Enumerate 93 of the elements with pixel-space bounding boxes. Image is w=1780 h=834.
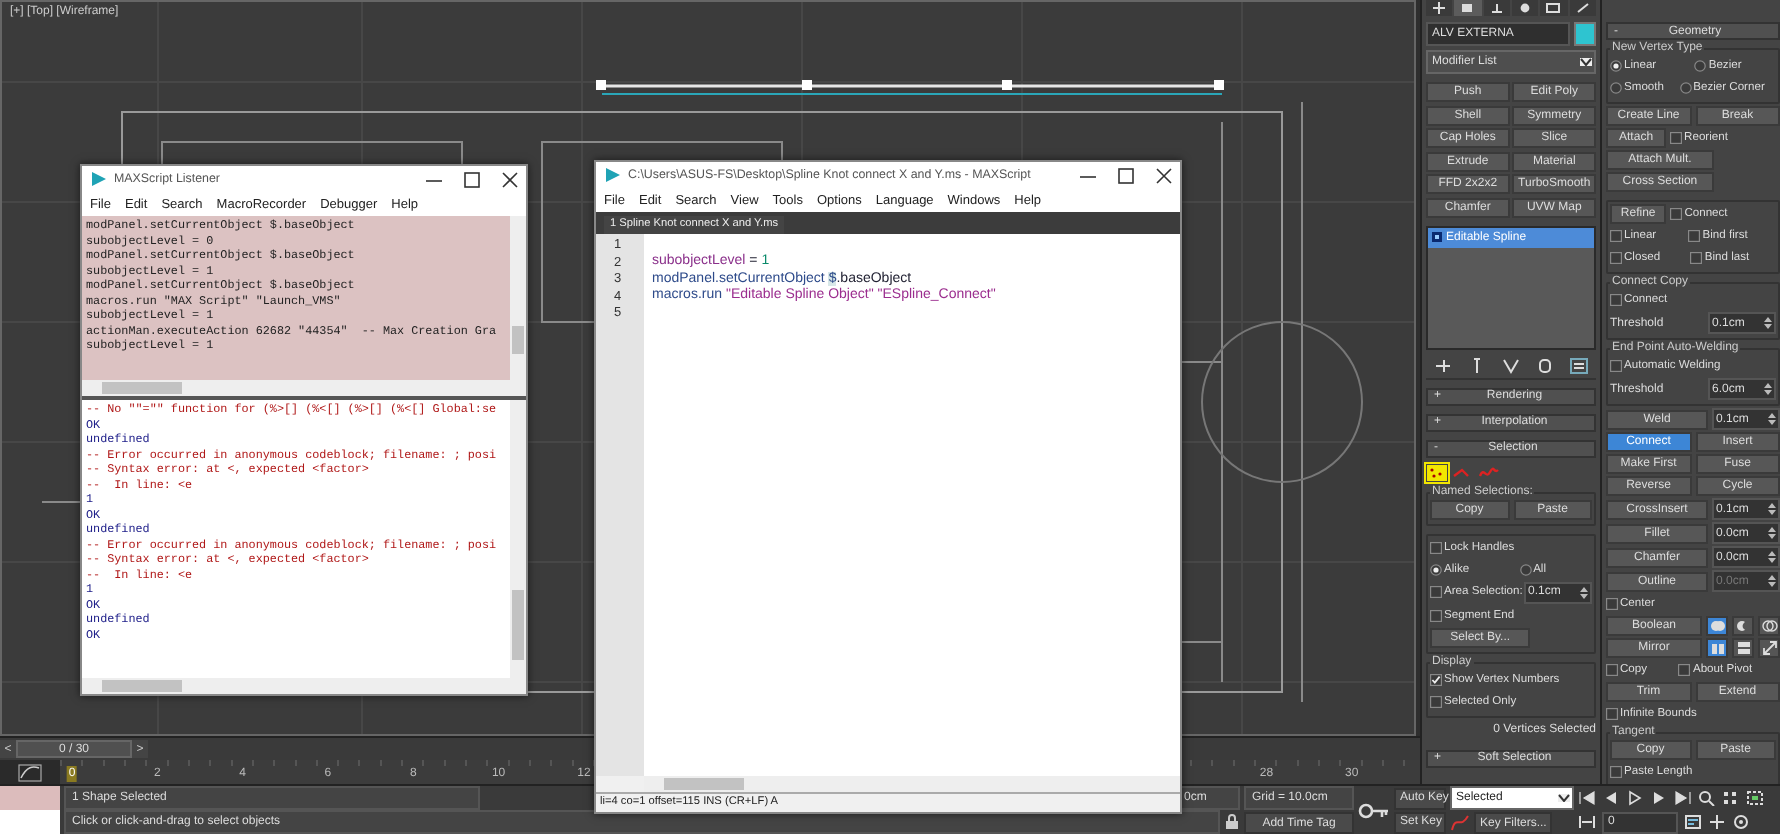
go-to-start-icon[interactable] xyxy=(1578,790,1596,806)
modify-tab-icon xyxy=(1460,2,1475,14)
checkbox[interactable] xyxy=(1688,230,1701,242)
remove-modifier-icon[interactable] xyxy=(1536,357,1554,373)
spinner-arrows-icon[interactable] xyxy=(1764,316,1772,330)
radio-button[interactable] xyxy=(1610,60,1622,72)
tool-button[interactable] xyxy=(1732,638,1754,658)
zoom-extents-icon[interactable] xyxy=(1746,790,1764,806)
union-icon xyxy=(1709,618,1725,634)
utilities-tab[interactable] xyxy=(1569,0,1596,16)
create-tab[interactable] xyxy=(1426,0,1453,16)
dropdown-arrow-icon xyxy=(1580,58,1592,66)
tool-button[interactable] xyxy=(1758,638,1780,658)
next-frame-icon[interactable] xyxy=(1650,790,1668,806)
motion-tab[interactable] xyxy=(1511,0,1539,16)
intersect-icon xyxy=(1761,618,1777,634)
checkbox[interactable] xyxy=(1430,695,1442,707)
horizontal-scrollbar[interactable] xyxy=(82,380,526,396)
radio-button[interactable] xyxy=(1679,82,1692,94)
previous-frame-icon[interactable] xyxy=(1602,790,1620,806)
subtract-icon xyxy=(1735,618,1751,634)
go-to-end-icon[interactable] xyxy=(1674,790,1692,806)
mirror-horizontal-icon xyxy=(1709,640,1725,656)
close-icon[interactable] xyxy=(1156,167,1172,183)
grid-icon[interactable] xyxy=(1722,790,1740,806)
object-color-swatch[interactable] xyxy=(1574,22,1596,46)
make-unique-icon[interactable] xyxy=(1502,357,1520,373)
radio-button[interactable] xyxy=(1694,60,1707,72)
checkbox[interactable] xyxy=(1606,664,1618,676)
maximize-icon[interactable] xyxy=(464,171,480,187)
checkbox[interactable] xyxy=(1430,541,1442,553)
utilities-tab-icon xyxy=(1575,2,1590,14)
checkbox[interactable] xyxy=(1670,208,1683,220)
modify-tab[interactable] xyxy=(1454,0,1482,16)
configure-sets-icon[interactable] xyxy=(1570,357,1588,373)
spinner-arrows-icon[interactable] xyxy=(1580,585,1588,599)
dropdown-arrow-icon xyxy=(1558,794,1570,802)
checkbox[interactable] xyxy=(1606,598,1618,610)
checkbox[interactable] xyxy=(1678,664,1691,676)
modifier-icon xyxy=(1432,232,1442,242)
display-tab-icon xyxy=(1546,2,1561,14)
motion-tab-icon xyxy=(1518,2,1533,14)
checkbox[interactable] xyxy=(1430,586,1442,598)
spinner-arrows-icon[interactable] xyxy=(1768,526,1776,540)
tool-button[interactable] xyxy=(1732,616,1754,636)
play-icon[interactable] xyxy=(1626,790,1644,806)
checkbox[interactable] xyxy=(1610,766,1622,778)
spinner-arrows-icon[interactable] xyxy=(1768,550,1776,564)
time-configuration-icon[interactable] xyxy=(1684,814,1702,830)
hierarchy-tab[interactable] xyxy=(1483,0,1510,16)
checkbox[interactable] xyxy=(1610,360,1622,372)
radio-button[interactable] xyxy=(1430,563,1442,575)
vertical-scrollbar[interactable] xyxy=(510,400,526,678)
horizontal-scrollbar[interactable] xyxy=(82,678,526,694)
app-icon xyxy=(90,170,108,188)
checkbox[interactable] xyxy=(1606,708,1618,720)
spinner-arrows-icon[interactable] xyxy=(1764,382,1772,396)
spinner-arrows-icon[interactable] xyxy=(1768,502,1776,516)
radio-button[interactable] xyxy=(1519,563,1532,575)
spinner-arrows-icon[interactable] xyxy=(1768,412,1776,426)
zoom-icon[interactable] xyxy=(1698,790,1716,806)
close-icon[interactable] xyxy=(502,171,518,187)
tool-button[interactable] xyxy=(1706,616,1728,636)
checkbox[interactable] xyxy=(1690,252,1703,264)
orbit-icon[interactable] xyxy=(1732,814,1750,830)
maximize-icon[interactable] xyxy=(1118,167,1134,183)
checkbox[interactable] xyxy=(1610,230,1622,242)
checkbox[interactable] xyxy=(1430,609,1442,621)
display-tab[interactable] xyxy=(1540,0,1568,16)
checkbox[interactable] xyxy=(1670,132,1683,144)
hierarchy-tab-icon xyxy=(1489,2,1504,14)
key-mode-icon[interactable] xyxy=(1578,814,1596,830)
mini-listener-input[interactable] xyxy=(0,810,60,834)
curve-icon[interactable] xyxy=(1450,814,1470,832)
mini-listener-field[interactable] xyxy=(0,786,60,810)
vertical-scrollbar[interactable] xyxy=(510,216,526,380)
create-tab-icon xyxy=(1432,2,1447,14)
pan-icon[interactable] xyxy=(1708,814,1726,830)
show-end-result-icon[interactable] xyxy=(1468,357,1486,373)
checkbox[interactable] xyxy=(1430,673,1442,685)
checkbox[interactable] xyxy=(1610,294,1622,306)
mirror-vertical-icon xyxy=(1735,640,1751,656)
mirror-both-icon xyxy=(1761,640,1777,656)
radio-button[interactable] xyxy=(1610,82,1622,94)
tool-button[interactable] xyxy=(1758,616,1780,636)
vertex-level-icon[interactable] xyxy=(1426,464,1448,482)
lock-icon[interactable] xyxy=(1224,814,1240,830)
key-icon[interactable] xyxy=(1358,801,1390,819)
app-icon xyxy=(604,166,622,184)
curve-editor-icon[interactable] xyxy=(18,763,42,781)
tool-button[interactable] xyxy=(1706,638,1728,658)
checkbox[interactable] xyxy=(1610,252,1622,264)
pin-stack-icon[interactable] xyxy=(1434,357,1452,373)
